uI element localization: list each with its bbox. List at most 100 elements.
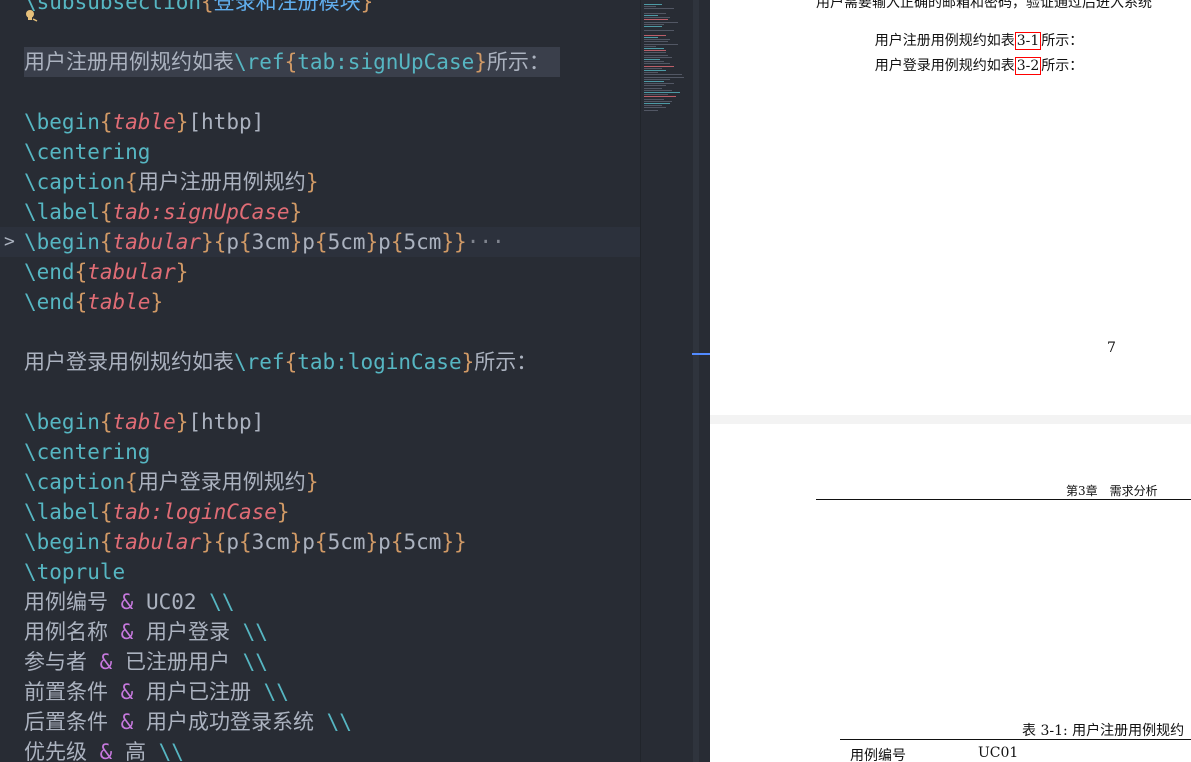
token-cmd: \begin xyxy=(24,110,100,134)
minimap-line xyxy=(644,37,658,38)
token-txt: 参与者 xyxy=(24,650,100,674)
token-brace: { xyxy=(284,350,298,374)
token-txt: UC02 xyxy=(133,590,210,614)
code-line[interactable]: 优先级 & 高 \\ xyxy=(0,737,640,762)
token-brace: { xyxy=(74,290,88,314)
table-top-rule xyxy=(840,739,1191,740)
minimap-line xyxy=(644,43,678,45)
code-line-text: \subsubsection{登录和注册模块} xyxy=(24,0,373,17)
header-rule xyxy=(816,499,1191,500)
minimap-line xyxy=(644,70,666,71)
token-arg: table xyxy=(112,110,176,134)
token-txt: 用例编号 xyxy=(24,590,121,614)
code-line[interactable]: > \begin{tabular}{p{3cm}p{5cm}p{5cm}}··· xyxy=(0,227,640,257)
minimap-line xyxy=(644,23,664,25)
token-lblarg: tab:signUpCase xyxy=(297,50,475,74)
code-line[interactable]: \caption{用户注册用例规约} xyxy=(0,167,640,197)
token-txt: 5cm xyxy=(327,530,366,554)
code-line[interactable]: \begin{tabular}{p{3cm}p{5cm}p{5cm}} xyxy=(0,527,640,557)
minimap-scrollbar[interactable] xyxy=(693,0,699,762)
lightbulb-icon[interactable] xyxy=(24,8,38,22)
minimap-line xyxy=(644,59,660,60)
code-line[interactable]: \toprule xyxy=(0,557,640,587)
minimap-line xyxy=(644,56,672,58)
minimap-line xyxy=(644,12,666,14)
code-line[interactable]: \end{tabular} xyxy=(0,257,640,287)
code-line-text: 优先级 & 高 \\ xyxy=(24,737,184,762)
code-line[interactable]: \end{table} xyxy=(0,287,640,317)
token-arg: table xyxy=(87,290,151,314)
token-sec: 登录和注册模块 xyxy=(213,0,361,14)
code-line[interactable] xyxy=(0,377,640,407)
minimap-line xyxy=(644,94,668,96)
minimap-line xyxy=(644,81,664,82)
fold-chevron-icon[interactable]: > xyxy=(4,227,15,257)
token-cmd: \end xyxy=(24,290,75,314)
fold-ellipsis[interactable]: ··· xyxy=(467,230,505,254)
code-line[interactable]: 用例名称 & 用户登录 \\ xyxy=(0,617,640,647)
minimap[interactable] xyxy=(640,0,711,762)
token-brace: { xyxy=(390,530,404,554)
chapter-header: 第3章 需求分析 xyxy=(1066,484,1158,498)
code-line[interactable]: \centering xyxy=(0,137,640,167)
token-brace: { xyxy=(314,230,328,254)
minimap-line xyxy=(644,83,674,85)
code-line[interactable]: 用户注册用例规约如表\ref{tab:signUpCase}所示： xyxy=(0,47,640,77)
token-cmd: \\ xyxy=(326,710,352,734)
code-line[interactable]: 用户登录用例规约如表\ref{tab:loginCase}所示： xyxy=(0,347,640,377)
minimap-line xyxy=(644,105,662,107)
code-line[interactable]: \centering xyxy=(0,437,640,467)
token-txt: 前置条件 xyxy=(24,680,121,704)
token-txt: 5cm xyxy=(403,230,442,254)
minimap-line xyxy=(644,63,670,65)
pdf-page-7: 用户需要输入正确的邮箱和密码，验证通过后进入系统 用户注册用例规约如表 3-1 所示… xyxy=(710,0,1191,415)
code-line-text: \toprule xyxy=(24,557,125,587)
token-brace: } xyxy=(175,410,189,434)
code-line-text: \caption{用户登录用例规约} xyxy=(24,467,318,497)
minimap-line xyxy=(644,92,680,93)
minimap-line xyxy=(644,74,682,76)
code-line-text: \end{table} xyxy=(24,287,163,317)
code-line[interactable]: \begin{table}[htbp] xyxy=(0,407,640,437)
token-txt: [htbp] xyxy=(188,410,265,434)
token-brace: { xyxy=(99,200,113,224)
code-line[interactable]: \caption{用户登录用例规约} xyxy=(0,467,640,497)
code-line[interactable]: \label{tab:signUpCase} xyxy=(0,197,640,227)
minimap-line xyxy=(644,78,670,80)
code-editor[interactable]: \subsubsection{登录和注册模块} 用户注册用例规约如表\ref{ta… xyxy=(0,0,640,762)
token-txt: 后置条件 xyxy=(24,710,121,734)
minimap-line xyxy=(644,19,668,21)
pdf-preview[interactable]: 用户需要输入正确的邮箱和密码，验证通过后进入系统 用户注册用例规约如表 3-1 所示… xyxy=(710,0,1191,762)
code-line[interactable]: 用例编号 & UC02 \\ xyxy=(0,587,640,617)
token-amp: & xyxy=(120,590,134,614)
token-txt: 3cm xyxy=(251,230,290,254)
token-cmd: \ref xyxy=(234,50,285,74)
token-arg: tabular xyxy=(87,260,176,284)
code-line[interactable] xyxy=(0,17,640,47)
code-line[interactable]: \label{tab:loginCase} xyxy=(0,497,640,527)
token-brace: { xyxy=(239,230,252,254)
minimap-line xyxy=(644,67,662,69)
code-line-text: \centering xyxy=(24,137,150,167)
code-line[interactable]: 前置条件 & 用户已注册 \\ xyxy=(0,677,640,707)
code-line[interactable] xyxy=(0,77,640,107)
code-line-text: 用户注册用例规约如表\ref{tab:signUpCase}所示： xyxy=(24,47,560,77)
token-txt: 5cm xyxy=(403,530,442,554)
token-arg: tab:loginCase xyxy=(112,500,277,524)
token-txt: 用例名称 xyxy=(24,620,121,644)
token-brace: } xyxy=(150,290,164,314)
token-cmd: \caption xyxy=(24,470,126,494)
page1-line2-pre: 用户登录用例规约如表 xyxy=(874,58,1015,74)
page-number: 7 xyxy=(1107,340,1116,356)
minimap-line xyxy=(644,41,668,43)
code-line[interactable]: \begin{table}[htbp] xyxy=(0,107,640,137)
minimap-line xyxy=(644,85,666,87)
code-line[interactable]: 后置条件 & 用户成功登录系统 \\ xyxy=(0,707,640,737)
token-amp: & xyxy=(99,740,113,762)
code-line[interactable]: \subsubsection{登录和注册模块} xyxy=(0,0,640,17)
token-amp: & xyxy=(120,680,134,704)
code-line[interactable] xyxy=(0,317,640,347)
token-amp: & xyxy=(99,650,113,674)
table-ref-link-3-2[interactable]: 3-2 xyxy=(1014,57,1042,75)
code-line[interactable]: 参与者 & 已注册用户 \\ xyxy=(0,647,640,677)
